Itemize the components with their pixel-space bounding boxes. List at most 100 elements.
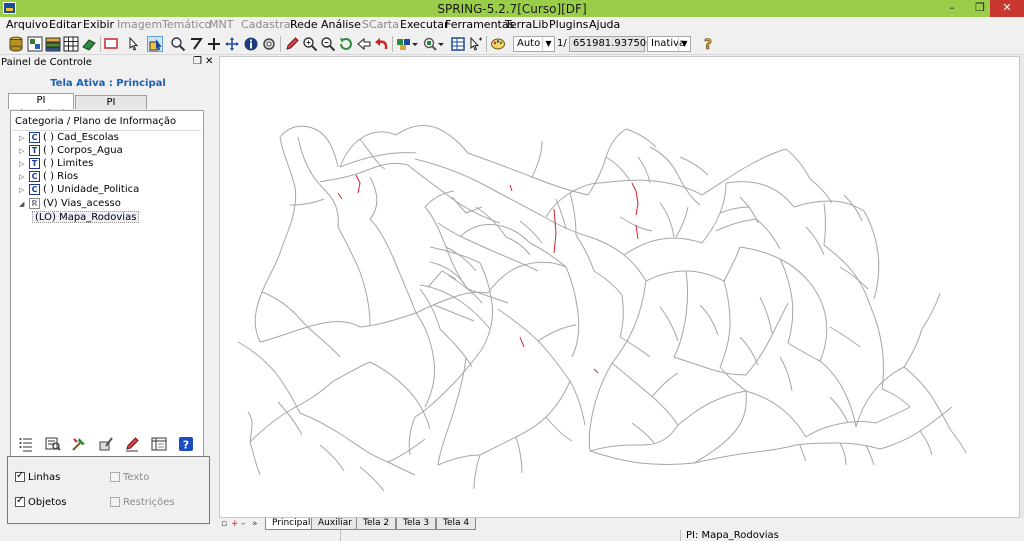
- tab-auxiliar[interactable]: Auxiliar: [311, 518, 359, 530]
- tree-item-vias-acesso[interactable]: ◢ R (V) Vias_acesso: [19, 198, 121, 211]
- expand-icon[interactable]: ▷: [19, 145, 27, 157]
- status-bar: PI: Mapa_Rodovias: [0, 530, 1024, 541]
- tree-item-unidade-politica[interactable]: ▷ C( ) Unidade_Politica: [19, 184, 139, 197]
- tree-item-limites[interactable]: ▷ T( ) Limites: [19, 158, 93, 171]
- query-icon[interactable]: [422, 36, 438, 52]
- menu-analise[interactable]: Análise: [321, 18, 361, 31]
- map-canvas[interactable]: [219, 56, 1020, 518]
- pencil-icon[interactable]: [284, 36, 300, 52]
- category-badge: T: [29, 158, 40, 169]
- chevron-down-icon[interactable]: [437, 36, 445, 52]
- scale-mode-select[interactable]: Auto ▼: [513, 36, 555, 52]
- float-panel-icon[interactable]: ❐: [193, 56, 202, 67]
- tab-pi-selecionados[interactable]: PI Selecionados: [75, 95, 147, 122]
- select-pointer-icon[interactable]: [468, 36, 484, 52]
- tab-list-button[interactable]: ▫: [221, 518, 227, 530]
- panel-tools: ?: [0, 434, 216, 454]
- zoom-in-icon[interactable]: [302, 36, 318, 52]
- pi-tree: Categoria / Plano de Informação ▷ C( ) Ca…: [10, 110, 204, 480]
- zoom-icon[interactable]: [170, 36, 186, 52]
- help-icon[interactable]: ?: [178, 436, 194, 452]
- checkbox-icon: [110, 472, 120, 482]
- menu-arquivo[interactable]: Arquivo: [6, 18, 48, 31]
- tools-icon[interactable]: [71, 436, 87, 452]
- display-options-icon[interactable]: [396, 36, 412, 52]
- info-icon[interactable]: [243, 36, 259, 52]
- tab-tela-4[interactable]: Tela 4: [436, 518, 477, 530]
- palette-icon[interactable]: [490, 36, 506, 52]
- menu-rede[interactable]: Rede: [290, 18, 318, 31]
- check-label: Linhas: [28, 472, 61, 483]
- check-objetos[interactable]: Objetos: [15, 495, 66, 508]
- check-linhas[interactable]: Linhas: [15, 470, 61, 483]
- close-panel-icon[interactable]: ✕: [205, 56, 213, 67]
- tree-item-rios[interactable]: ▷ C( ) Rios: [19, 171, 78, 184]
- menu-mnt[interactable]: MNT: [209, 18, 233, 31]
- project-icon[interactable]: [27, 36, 43, 52]
- database-icon[interactable]: [8, 36, 24, 52]
- menu-tematico[interactable]: Temático: [162, 18, 211, 31]
- check-texto[interactable]: Texto: [110, 472, 149, 483]
- menu-ferramentas[interactable]: Ferramentas: [445, 18, 514, 31]
- tree-item-corpos-agua[interactable]: ▷ T( ) Corpos_Agua: [19, 145, 123, 158]
- state-select[interactable]: Inativa ▼: [647, 36, 691, 52]
- pan-icon[interactable]: [224, 36, 240, 52]
- minimize-button[interactable]: –: [938, 0, 966, 17]
- tab-principal[interactable]: Principal: [265, 518, 318, 530]
- expand-icon[interactable]: ▷: [19, 132, 27, 144]
- screen-icon[interactable]: [103, 36, 119, 52]
- edit-visual-icon[interactable]: [98, 436, 114, 452]
- expand-icon[interactable]: ▷: [19, 184, 27, 196]
- toolbar: Auto ▼ 1/ 651981.937500 Inativa ▼ ?: [0, 33, 1024, 55]
- tree-item-mapa-rodovias[interactable]: (LO) Mapa_Rodovias: [32, 211, 140, 223]
- draw-icon[interactable]: [124, 436, 140, 452]
- table-icon[interactable]: [450, 36, 466, 52]
- info-tool-icon[interactable]: [147, 36, 163, 52]
- eraser-icon[interactable]: [81, 36, 97, 52]
- active-screen-label: Tela Ativa : Principal: [50, 78, 166, 89]
- menu-scarta[interactable]: SCarta: [362, 18, 399, 31]
- window-title: SPRING-5.2.7[Curso][DF]: [437, 2, 587, 16]
- menu-cadastral[interactable]: Cadastral: [241, 18, 294, 31]
- undo-icon[interactable]: [374, 36, 390, 52]
- menu-imagem[interactable]: Imagem: [117, 18, 162, 31]
- add-icon[interactable]: [206, 36, 222, 52]
- remove-screen-button[interactable]: –: [241, 518, 246, 530]
- grid-icon[interactable]: [63, 36, 79, 52]
- close-button[interactable]: ✕: [990, 0, 1024, 17]
- list-icon[interactable]: [18, 436, 34, 452]
- settings-icon[interactable]: [261, 36, 277, 52]
- layers-icon[interactable]: [45, 36, 61, 52]
- menu-ajuda[interactable]: Ajuda: [589, 18, 620, 31]
- tree-item-label: ( ) Rios: [43, 171, 79, 182]
- area-select-icon[interactable]: [188, 36, 204, 52]
- add-screen-button[interactable]: +: [231, 518, 239, 530]
- scroll-tabs-button[interactable]: »: [252, 518, 258, 530]
- collapse-icon[interactable]: ◢: [19, 198, 27, 210]
- zoom-out-icon[interactable]: [320, 36, 336, 52]
- expand-icon[interactable]: ▷: [19, 171, 27, 183]
- cursor-icon[interactable]: [124, 36, 140, 52]
- menu-plugins[interactable]: Plugins: [549, 18, 588, 31]
- search-plan-icon[interactable]: [45, 436, 61, 452]
- refresh-icon[interactable]: [338, 36, 354, 52]
- tab-tela-3[interactable]: Tela 3: [396, 518, 437, 530]
- menu-exibir[interactable]: Exibir: [83, 18, 114, 31]
- menu-executar[interactable]: Executar: [400, 18, 449, 31]
- help-icon[interactable]: ?: [700, 36, 716, 52]
- back-icon[interactable]: [356, 36, 372, 52]
- check-restricoes[interactable]: Restrições: [110, 497, 175, 508]
- check-label: Restrições: [123, 497, 175, 508]
- tree-item-cad-escolas[interactable]: ▷ C( ) Cad_Escolas: [19, 132, 119, 145]
- menu-editar[interactable]: Editar: [49, 18, 82, 31]
- tab-pi-disponiveis[interactable]: PI Disponíveis: [8, 93, 74, 120]
- chevron-down-icon[interactable]: [411, 36, 419, 52]
- table-view-icon[interactable]: [151, 436, 167, 452]
- scale-input[interactable]: 651981.937500: [569, 36, 653, 52]
- tab-tela-2[interactable]: Tela 2: [356, 518, 397, 530]
- checkbox-icon: [15, 495, 25, 507]
- svg-text:?: ?: [704, 37, 712, 52]
- expand-icon[interactable]: ▷: [19, 158, 27, 170]
- menu-terralib[interactable]: TerraLib: [505, 18, 548, 31]
- vertical-scrollbar[interactable]: [1020, 56, 1024, 518]
